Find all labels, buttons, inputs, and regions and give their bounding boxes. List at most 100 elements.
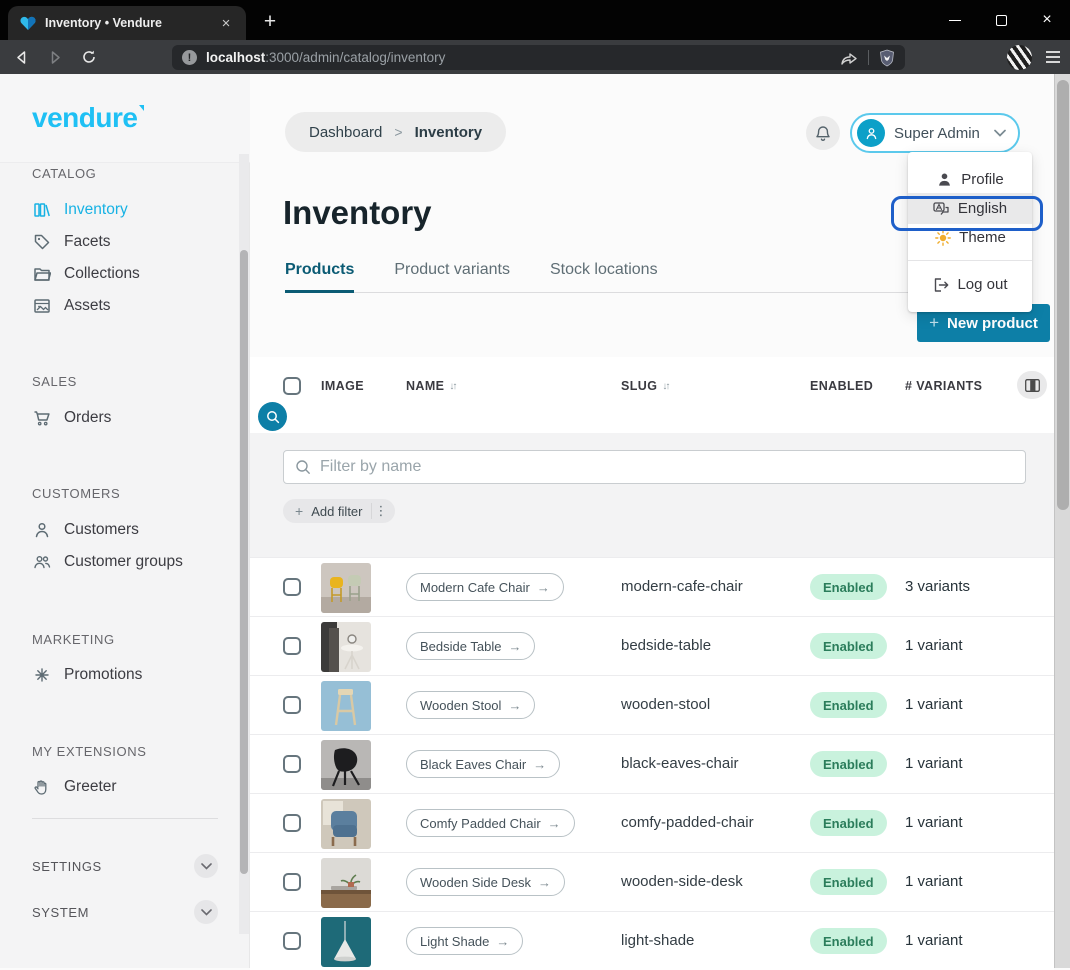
notifications-button[interactable] — [806, 116, 840, 150]
site-info-icon[interactable]: ! — [182, 50, 197, 65]
row-checkbox[interactable] — [283, 873, 301, 891]
status-badge: Enabled — [810, 869, 887, 895]
column-header-slug[interactable]: SLUG↓↑ — [621, 379, 668, 393]
forward-button[interactable] — [42, 44, 68, 70]
tab-product-variants[interactable]: Product variants — [394, 261, 510, 292]
sidebar-item-label: Customers — [64, 521, 139, 539]
kebab-menu-icon[interactable]: ⋮ — [371, 503, 391, 519]
new-tab-button[interactable]: + — [256, 8, 284, 36]
sidebar-item-promotions[interactable]: Promotions — [32, 659, 142, 691]
product-image — [321, 917, 371, 967]
product-name-link[interactable]: Black Eaves Chair→ — [406, 750, 560, 778]
sidebar-item-facets[interactable]: Facets — [32, 226, 111, 258]
back-button[interactable] — [8, 44, 34, 70]
variant-count: 1 variant — [905, 696, 963, 713]
chevron-down-icon[interactable] — [194, 854, 218, 878]
product-table-body: Modern Cafe Chair→ modern-cafe-chair Ena… — [250, 557, 1054, 970]
page-scrollbar-thumb[interactable] — [1057, 80, 1069, 510]
menu-item-theme[interactable]: Theme — [908, 224, 1032, 251]
sidebar-item-collections[interactable]: Collections — [32, 258, 140, 290]
arrow-right-icon: → — [508, 698, 521, 713]
sidebar-item-assets[interactable]: Assets — [32, 290, 111, 322]
tab-bar: Products Product variants Stock location… — [285, 261, 908, 293]
sidebar-section-system[interactable]: SYSTEM — [32, 898, 218, 926]
people-icon — [32, 553, 51, 572]
row-checkbox[interactable] — [283, 932, 301, 950]
chevron-down-icon[interactable] — [194, 900, 218, 924]
row-checkbox[interactable] — [283, 578, 301, 596]
window-close-button[interactable]: × — [1024, 0, 1070, 40]
column-visibility-button[interactable] — [1017, 371, 1047, 399]
filter-by-name-input[interactable] — [320, 458, 1014, 476]
add-filter-button[interactable]: + Add filter ⋮ — [283, 499, 395, 523]
tab-close-icon[interactable]: × — [216, 15, 236, 32]
sidebar-item-orders[interactable]: Orders — [32, 402, 111, 434]
sidebar-item-label: Collections — [64, 265, 140, 283]
breadcrumb-dashboard[interactable]: Dashboard — [309, 124, 382, 141]
menu-item-english[interactable]: English — [908, 193, 1032, 224]
sort-icon[interactable]: ↓↑ — [662, 381, 668, 392]
browser-profile-avatar[interactable] — [1007, 45, 1032, 70]
person-icon — [936, 171, 953, 188]
window-minimize-button[interactable] — [932, 0, 978, 40]
vendure-logo[interactable]: vendure — [32, 102, 137, 134]
breadcrumb-inventory[interactable]: Inventory — [415, 124, 483, 141]
sidebar-item-customer-groups[interactable]: Customer groups — [32, 546, 183, 578]
sidebar-item-label: Facets — [64, 233, 111, 251]
arrow-right-icon: → — [548, 816, 561, 831]
row-checkbox[interactable] — [283, 637, 301, 655]
product-name-link[interactable]: Modern Cafe Chair→ — [406, 573, 564, 601]
logout-icon — [932, 276, 949, 293]
product-name-link[interactable]: Wooden Side Desk→ — [406, 868, 565, 896]
plus-icon: + — [929, 313, 939, 333]
status-badge: Enabled — [810, 574, 887, 600]
sidebar-item-customers[interactable]: Customers — [32, 514, 139, 546]
variant-count: 1 variant — [905, 873, 963, 890]
select-all-checkbox[interactable] — [283, 377, 301, 395]
share-icon[interactable] — [840, 50, 858, 66]
menu-separator — [908, 260, 1032, 261]
plus-icon: + — [295, 503, 303, 519]
brave-shield-icon[interactable] — [879, 49, 895, 67]
product-name-link[interactable]: Bedside Table→ — [406, 632, 535, 660]
address-bar[interactable]: ! localhost:3000/admin/catalog/inventory — [172, 45, 905, 70]
folder-icon — [32, 265, 51, 284]
product-name-link[interactable]: Comfy Padded Chair→ — [406, 809, 575, 837]
browser-menu-icon[interactable] — [1046, 51, 1060, 63]
arrow-right-icon: → — [538, 875, 551, 890]
sort-icon[interactable]: ↓↑ — [449, 381, 455, 392]
window-maximize-button[interactable] — [978, 0, 1024, 40]
tab-stock-locations[interactable]: Stock locations — [550, 261, 658, 292]
sidebar-scrollbar[interactable] — [239, 154, 249, 934]
menu-item-log-out[interactable]: Log out — [908, 271, 1032, 298]
browser-tab[interactable]: Inventory • Vendure × — [8, 6, 246, 40]
section-header-sales: SALES — [32, 374, 77, 389]
user-menu-button[interactable]: Super Admin — [850, 113, 1020, 153]
page-scrollbar[interactable] — [1054, 74, 1070, 968]
column-header-name[interactable]: NAME↓↑ — [406, 379, 455, 393]
sidebar-item-greeter[interactable]: Greeter — [32, 771, 117, 803]
sidebar-scrollbar-thumb[interactable] — [240, 250, 248, 874]
person-icon — [32, 521, 51, 540]
menu-item-profile[interactable]: Profile — [908, 166, 1032, 193]
product-name-link[interactable]: Light Shade→ — [406, 927, 523, 955]
status-badge: Enabled — [810, 633, 887, 659]
vendure-heart-icon — [20, 16, 36, 31]
page-title: Inventory — [283, 194, 432, 232]
filter-input-wrap[interactable] — [283, 450, 1026, 484]
row-checkbox[interactable] — [283, 755, 301, 773]
chevron-down-icon — [994, 129, 1006, 137]
breadcrumb[interactable]: Dashboard > Inventory — [285, 112, 506, 152]
tab-products[interactable]: Products — [285, 261, 354, 292]
sidebar-item-inventory[interactable]: Inventory — [32, 194, 128, 226]
row-checkbox[interactable] — [283, 696, 301, 714]
variant-count: 1 variant — [905, 932, 963, 949]
sidebar-section-settings[interactable]: SETTINGS — [32, 852, 218, 880]
reload-button[interactable] — [76, 44, 102, 70]
product-slug: bedside-table — [621, 637, 711, 654]
product-name-link[interactable]: Wooden Stool→ — [406, 691, 535, 719]
browser-titlebar: Inventory • Vendure × + × — [0, 0, 1070, 40]
row-checkbox[interactable] — [283, 814, 301, 832]
arrow-right-icon: → — [533, 757, 546, 772]
search-toggle-button[interactable] — [258, 402, 287, 431]
